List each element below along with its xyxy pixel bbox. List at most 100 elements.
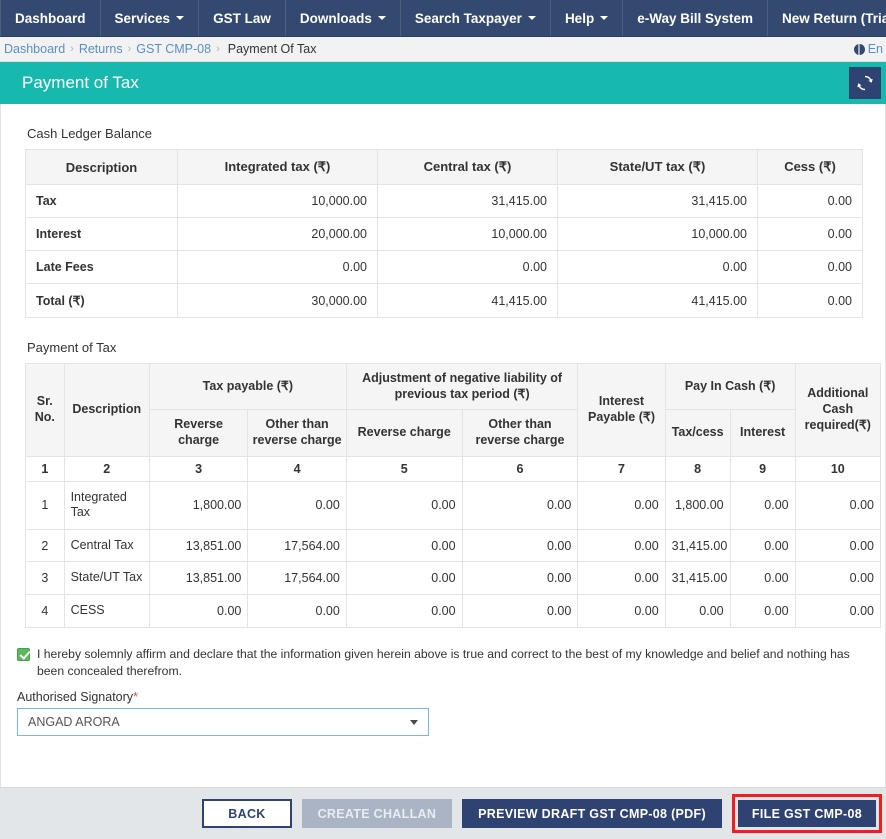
- nav-item-new-return-trial[interactable]: New Return (Trial): [768, 0, 886, 36]
- nav-item-eway-bill-system[interactable]: e-Way Bill System: [623, 0, 768, 36]
- nav-item-gst-law[interactable]: GST Law: [199, 0, 286, 36]
- column-header-central-tax: Central tax (₹): [378, 150, 558, 185]
- required-marker: *: [133, 689, 138, 704]
- cell-tax-payable-other-than-reverse-charge: 0.00: [248, 481, 346, 529]
- table-row: Interest 20,000.00 10,000.00 10,000.00 0…: [26, 218, 863, 251]
- nav-item-services[interactable]: Services: [101, 0, 200, 36]
- cell-tax-payable-other-than-reverse-charge: 17,564.00: [248, 529, 346, 562]
- chevron-down-icon: [528, 16, 536, 20]
- language-selector[interactable]: En: [851, 37, 886, 61]
- column-header-integrated-tax: Integrated tax (₹): [178, 150, 378, 185]
- column-number: 4: [248, 456, 346, 481]
- cell-pay-in-cash-tax-cess: 31,415.00: [665, 562, 730, 595]
- cell-additional-cash-required: 0.00: [795, 595, 880, 628]
- column-header-description: Description: [64, 364, 149, 457]
- cell-integrated-tax: 0.00: [178, 251, 378, 284]
- table-header-row-top: Sr. No. Description Tax payable (₹) Adju…: [26, 364, 881, 410]
- nav-item-search-taxpayer[interactable]: Search Taxpayer: [401, 0, 551, 36]
- declaration-row: I hereby solemnly affirm and declare tha…: [17, 646, 861, 681]
- create-challan-button: CREATE CHALLAN: [302, 799, 453, 828]
- gst-payment-of-tax-page: Dashboard Services GST Law Downloads Sea…: [0, 0, 886, 839]
- cell-adjustment-reverse-charge: 0.00: [346, 595, 462, 628]
- nav-item-help[interactable]: Help: [551, 0, 623, 36]
- preview-draft-pdf-button[interactable]: PREVIEW DRAFT GST CMP-08 (PDF): [462, 799, 722, 828]
- nav-label: e-Way Bill System: [637, 11, 753, 26]
- column-number: 8: [665, 456, 730, 481]
- chevron-down-icon: [176, 16, 184, 20]
- chevron-down-icon: [410, 720, 418, 725]
- page-title: Payment of Tax: [0, 73, 139, 93]
- authorised-signatory-select[interactable]: ANGAD ARORA: [17, 708, 429, 736]
- cell-adjustment-other-than-reverse-charge: 0.00: [462, 595, 578, 628]
- cell-description: Total (₹): [26, 284, 178, 318]
- cell-central-tax: 41,415.00: [378, 284, 558, 318]
- column-header-sr-no: Sr. No.: [26, 364, 65, 457]
- column-number: 9: [730, 456, 795, 481]
- cell-cess: 0.00: [758, 251, 863, 284]
- cell-cess: 0.00: [758, 218, 863, 251]
- cell-description: Tax: [26, 185, 178, 218]
- nav-item-downloads[interactable]: Downloads: [286, 0, 401, 36]
- chevron-down-icon: [378, 16, 386, 20]
- refresh-button[interactable]: [849, 67, 881, 99]
- table-row: 1 Integrated Tax 1,800.00 0.00 0.00 0.00…: [26, 481, 881, 529]
- cell-adjustment-other-than-reverse-charge: 0.00: [462, 481, 578, 529]
- table-row: Tax 10,000.00 31,415.00 31,415.00 0.00: [26, 185, 863, 218]
- cell-tax-payable-reverse-charge: 13,851.00: [149, 529, 247, 562]
- back-button[interactable]: BACK: [202, 799, 291, 828]
- cell-interest-payable: 0.00: [578, 529, 665, 562]
- column-number: 6: [462, 456, 578, 481]
- column-header-tax-cess: Tax/cess: [665, 410, 730, 456]
- breadcrumb-item-dashboard[interactable]: Dashboard: [2, 42, 67, 56]
- column-header-additional-cash-required: Additional Cash required(₹): [795, 364, 880, 457]
- cash-ledger-label: Cash Ledger Balance: [27, 126, 885, 141]
- cell-additional-cash-required: 0.00: [795, 562, 880, 595]
- cell-cess: 0.00: [758, 284, 863, 318]
- cell-tax-payable-reverse-charge: 13,851.00: [149, 562, 247, 595]
- table-column-number-row: 1 2 3 4 5 6 7 8 9 10: [26, 456, 881, 481]
- nav-label: Dashboard: [15, 11, 86, 26]
- column-number: 1: [26, 456, 65, 481]
- column-header-cess: Cess (₹): [758, 150, 863, 185]
- breadcrumb-item-returns[interactable]: Returns: [77, 42, 125, 56]
- cell-integrated-tax: 10,000.00: [178, 185, 378, 218]
- cell-description: Late Fees: [26, 251, 178, 284]
- nav-label: Services: [115, 11, 171, 26]
- cell-sr-no: 4: [26, 595, 65, 628]
- cell-central-tax: 10,000.00: [378, 218, 558, 251]
- breadcrumb-separator: ›: [216, 43, 220, 55]
- cell-pay-in-cash-tax-cess: 0.00: [665, 595, 730, 628]
- cell-sr-no: 3: [26, 562, 65, 595]
- table-header-row: Description Integrated tax (₹) Central t…: [26, 150, 863, 185]
- cash-ledger-table: Description Integrated tax (₹) Central t…: [25, 149, 863, 318]
- page-content: Cash Ledger Balance Description Integrat…: [0, 104, 886, 819]
- cell-state-ut-tax: 31,415.00: [558, 185, 758, 218]
- page-header: Payment of Tax: [0, 62, 886, 104]
- column-header-tax-payable: Tax payable (₹): [149, 364, 346, 410]
- cell-additional-cash-required: 0.00: [795, 481, 880, 529]
- cell-interest-payable: 0.00: [578, 562, 665, 595]
- payment-of-tax-label: Payment of Tax: [27, 340, 885, 355]
- cell-state-ut-tax: 0.00: [558, 251, 758, 284]
- breadcrumb-item-payment-of-tax: Payment Of Tax: [223, 42, 319, 56]
- column-header-other-than-reverse-charge-tax-payable: Other than reverse charge: [248, 410, 346, 456]
- cell-sr-no: 2: [26, 529, 65, 562]
- cell-description: CESS: [64, 595, 149, 628]
- language-label: En: [868, 42, 883, 56]
- file-gst-cmp-08-button[interactable]: FILE GST CMP-08: [738, 800, 876, 827]
- cell-description: State/UT Tax: [64, 562, 149, 595]
- declaration-checkbox[interactable]: [17, 648, 30, 661]
- breadcrumb-item-gst-cmp-08[interactable]: GST CMP-08: [134, 42, 213, 56]
- column-header-reverse-charge-tax-payable: Reverse charge: [149, 410, 247, 456]
- column-number: 5: [346, 456, 462, 481]
- cell-description: Central Tax: [64, 529, 149, 562]
- nav-item-dashboard[interactable]: Dashboard: [0, 0, 101, 36]
- nav-label: Search Taxpayer: [415, 11, 522, 26]
- nav-label: Help: [565, 11, 594, 26]
- breadcrumb-separator: ›: [128, 43, 132, 55]
- cell-integrated-tax: 30,000.00: [178, 284, 378, 318]
- cell-integrated-tax: 20,000.00: [178, 218, 378, 251]
- cell-interest-payable: 0.00: [578, 481, 665, 529]
- refresh-icon: [857, 75, 873, 91]
- authorised-signatory-label-text: Authorised Signatory: [17, 690, 133, 704]
